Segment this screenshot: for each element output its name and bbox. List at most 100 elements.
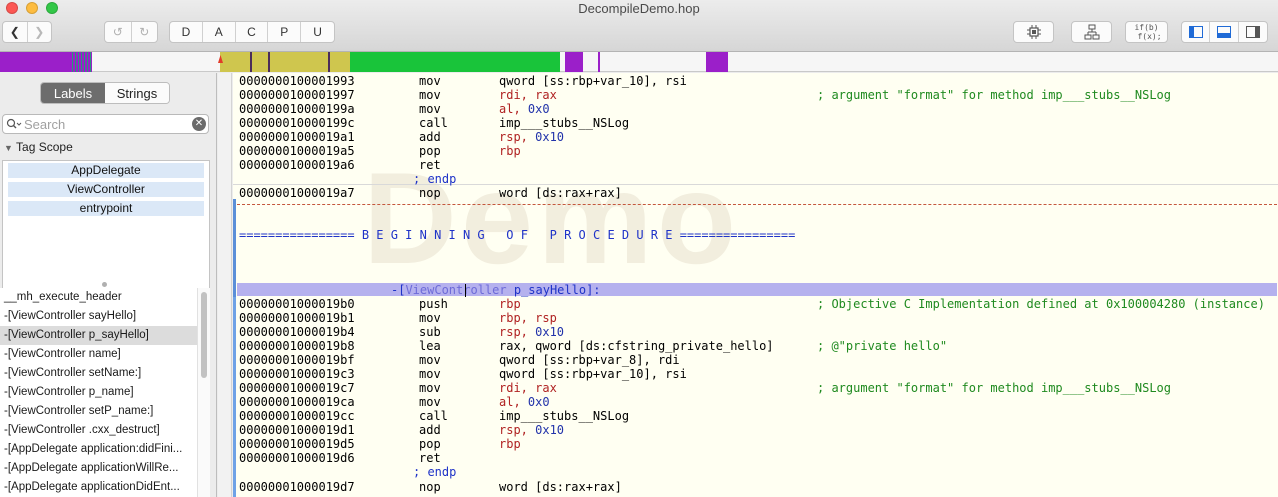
cpu-button[interactable] — [1013, 21, 1054, 43]
cfg-button[interactable] — [1071, 21, 1112, 43]
instruction-operands[interactable]: qword [ss:rbp+var_10], rsi — [499, 74, 687, 88]
tab-strings[interactable]: Strings — [105, 83, 169, 103]
code-line[interactable]: 00000001000019a7 nop word [ds:rax+rax] — [239, 186, 1278, 200]
flowchart-icon — [1084, 24, 1099, 40]
code-line[interactable]: 00000001000019cc call imp___stubs__NSLog — [239, 409, 1278, 423]
list-item[interactable]: -[ViewController sayHello] — [0, 307, 197, 326]
undo-button[interactable]: ↺ — [105, 22, 132, 42]
nav-segment-mixed[interactable] — [72, 52, 92, 72]
list-item[interactable]: -[ViewController setName:] — [0, 364, 197, 383]
code-line[interactable]: 00000001000019bf mov qword [ss:rbp+var_8],… — [239, 353, 1278, 367]
procedure-name[interactable]: -[ViewController p_sayHello]: — [391, 283, 601, 297]
code-line[interactable]: 00000001000019a1 add rsp, 0x10 — [239, 130, 1278, 144]
instruction-operands[interactable]: rsp, 0x10 — [499, 325, 564, 339]
instruction-operands[interactable]: imp___stubs__NSLog — [499, 409, 629, 423]
list-item[interactable]: -[ViewController p_name] — [0, 383, 197, 402]
instruction-mnemonic: sub — [419, 325, 441, 339]
code-line[interactable]: 00000001000019b1 mov rbp, rsp — [239, 311, 1278, 325]
instruction-mnemonic: add — [419, 130, 441, 144]
search-input[interactable]: Search ✕ — [2, 114, 209, 134]
instruction-operands[interactable]: rbp — [499, 297, 521, 311]
list-item[interactable]: -[ViewController setP_name:] — [0, 402, 197, 421]
code-line[interactable]: 00000001000019c3 mov qword [ss:rbp+var_10]… — [239, 367, 1278, 381]
tag-item[interactable]: ViewController — [8, 182, 204, 197]
instruction-operands[interactable]: rdi, rax — [499, 381, 557, 395]
instruction-operands[interactable]: imp___stubs__NSLog — [499, 116, 629, 130]
instruction-operands[interactable]: qword [ss:rbp+var_10], rsi — [499, 367, 687, 381]
list-item[interactable]: -[AppDelegate applicationWillRe... — [0, 459, 197, 478]
code-line[interactable]: 00000001000019c7 mov rdi, rax ; argument "f… — [239, 381, 1278, 395]
instruction-operands[interactable]: qword [ss:rbp+var_8], rdi — [499, 353, 680, 367]
back-button[interactable]: ❮ — [3, 22, 28, 42]
list-item[interactable]: -[AppDelegate applicationDidEnt... — [0, 478, 197, 497]
list-item-selected[interactable]: -[ViewController p_sayHello] — [0, 326, 197, 345]
code-line[interactable]: 00000001000019d5 pop rbp — [239, 437, 1278, 451]
code-line[interactable]: 00000001000019d7 nop word [ds:rax+rax] — [239, 480, 1278, 494]
segment-navigation-bar[interactable] — [0, 52, 1278, 72]
toggle-right-panel-button[interactable] — [1239, 22, 1267, 42]
code-line[interactable]: 000000010000199a mov al, 0x0 — [239, 102, 1278, 116]
list-item[interactable]: -[ViewController name] — [0, 345, 197, 364]
instruction-comment: ; argument "format" for method imp___stu… — [817, 88, 1172, 102]
instruction-comment: ; argument "format" for method imp___stu… — [817, 381, 1172, 395]
scrollbar-thumb[interactable] — [201, 292, 207, 378]
nav-segment-data[interactable] — [220, 52, 350, 72]
disassembly-view[interactable]: Demo 0000000100001993 mov qword [ss:rbp+va… — [233, 73, 1278, 497]
code-gutter[interactable] — [218, 73, 232, 497]
list-item[interactable]: -[ViewController .cxx_destruct] — [0, 421, 197, 440]
nav-segment-code[interactable] — [0, 52, 72, 72]
instruction-operands[interactable]: al, 0x0 — [499, 395, 550, 409]
mode-c-button[interactable]: C — [236, 22, 269, 42]
code-line[interactable]: 00000001000019d6 ret — [239, 451, 1278, 465]
code-line[interactable]: 00000001000019a5 pop rbp — [239, 144, 1278, 158]
instruction-address: 00000001000019c3 — [239, 367, 355, 381]
tag-item[interactable]: AppDelegate — [8, 163, 204, 178]
instruction-operands[interactable]: al, 0x0 — [499, 102, 550, 116]
instruction-operands[interactable]: rbp — [499, 144, 521, 158]
clear-search-icon[interactable]: ✕ — [192, 117, 206, 131]
mode-u-button[interactable]: U — [301, 22, 334, 42]
instruction-operands[interactable]: rbp — [499, 437, 521, 451]
tag-item[interactable]: entrypoint — [8, 201, 204, 216]
instruction-address: 00000001000019b1 — [239, 311, 355, 325]
instruction-operands[interactable]: rsp, 0x10 — [499, 130, 564, 144]
mode-a-button[interactable]: A — [203, 22, 236, 42]
code-line[interactable]: 00000001000019d1 add rsp, 0x10 — [239, 423, 1278, 437]
redo-button[interactable]: ↻ — [132, 22, 158, 42]
code-line[interactable]: 00000001000019b8 lea rax, qword [ds:cfstri… — [239, 339, 1278, 353]
nav-segment-code[interactable] — [565, 52, 583, 72]
nav-segment-code[interactable] — [706, 52, 728, 72]
code-line[interactable]: 000000010000199c call imp___stubs__NSLog — [239, 116, 1278, 130]
nav-marker — [598, 52, 600, 72]
instruction-operands[interactable]: rsp, 0x10 — [499, 423, 564, 437]
code-line[interactable]: 00000001000019b4 sub rsp, 0x10 — [239, 325, 1278, 339]
labels-scrollbar[interactable] — [197, 288, 210, 497]
mode-d-button[interactable]: D — [170, 22, 203, 42]
operand-token: 0x10 — [535, 325, 565, 339]
splitter-handle[interactable] — [102, 282, 107, 287]
history-nav: ❮ ❯ — [2, 21, 52, 43]
instruction-operands[interactable]: rax, qword [ds:cfstring_private_hello] — [499, 339, 774, 353]
toggle-left-panel-button[interactable] — [1182, 22, 1211, 42]
code-line[interactable]: 00000001000019ca mov al, 0x0 — [239, 395, 1278, 409]
bottom-panel-icon — [1217, 26, 1232, 38]
list-item[interactable]: __mh_execute_header — [0, 288, 197, 307]
instruction-operands[interactable]: rbp, rsp — [499, 311, 557, 325]
instruction-mnemonic: ret — [419, 451, 441, 465]
operand-token: rsp, — [499, 130, 536, 144]
nav-segment-strings[interactable] — [350, 52, 560, 72]
tag-scope-label: Tag Scope — [16, 140, 73, 154]
code-line[interactable]: 0000000100001993 mov qword [ss:rbp+var_10]… — [239, 74, 1278, 88]
operand-token: al, — [499, 102, 528, 116]
code-line[interactable]: 00000001000019a6 ret — [239, 158, 1278, 172]
pseudo-code-button[interactable]: if(b) f(x); — [1125, 21, 1168, 43]
list-item[interactable]: -[AppDelegate application:didFini... — [0, 440, 197, 459]
forward-button[interactable]: ❯ — [28, 22, 52, 42]
toggle-bottom-panel-button[interactable] — [1210, 22, 1239, 42]
code-line[interactable]: 00000001000019b0 push rbp ; Objective C Imp… — [239, 297, 1278, 311]
code-line[interactable]: 0000000100001997 mov rdi, rax ; argument "f… — [239, 88, 1278, 102]
tag-scope-header[interactable]: ▼ Tag Scope — [4, 140, 73, 154]
instruction-operands[interactable]: rdi, rax — [499, 88, 557, 102]
mode-p-button[interactable]: P — [268, 22, 302, 42]
tab-labels[interactable]: Labels — [41, 83, 105, 103]
